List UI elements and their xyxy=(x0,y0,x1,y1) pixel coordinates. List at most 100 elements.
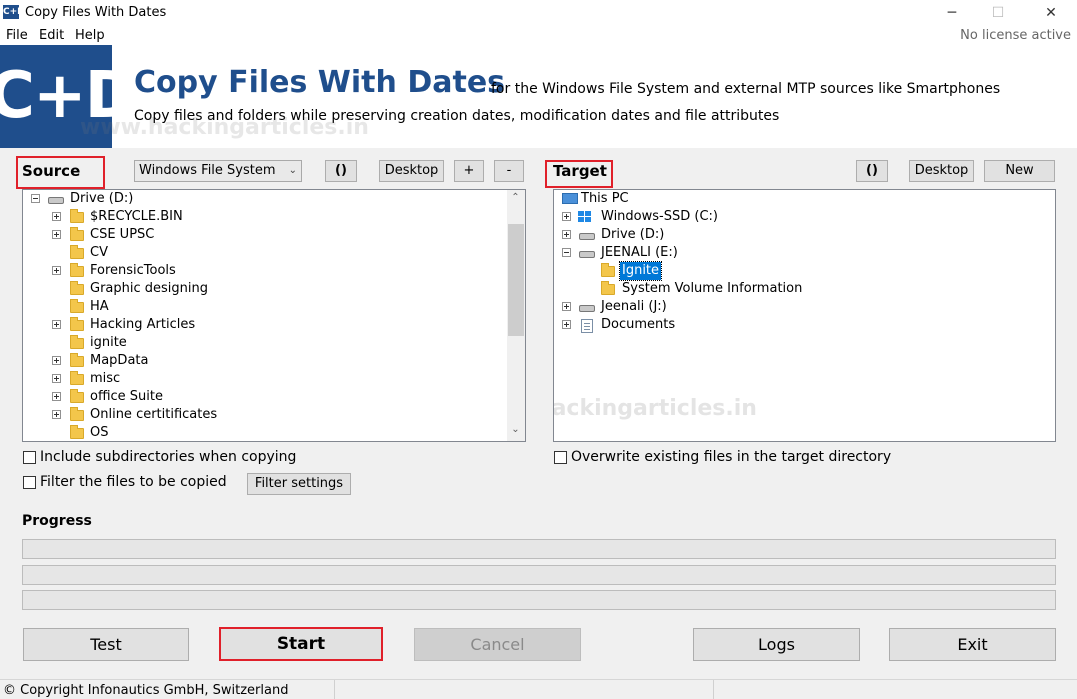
folder-icon xyxy=(70,389,84,403)
tree-row-drive-d[interactable]: Drive (D:) xyxy=(554,226,1054,244)
tree-row-folder[interactable]: ignite xyxy=(23,334,507,352)
tree-row-label: $RECYCLE.BIN xyxy=(90,209,183,224)
tree-row-jeenali-e[interactable]: JEENALI (E:) xyxy=(554,244,1054,262)
drive-icon xyxy=(579,233,595,240)
expand-icon[interactable] xyxy=(52,410,61,419)
collapse-icon[interactable] xyxy=(562,248,571,257)
expand-icon[interactable] xyxy=(52,392,61,401)
include-subdirs-checkbox[interactable] xyxy=(23,451,36,464)
overwrite-label: Overwrite existing files in the target d… xyxy=(571,449,892,465)
tree-row-label: Drive (D:) xyxy=(601,227,665,242)
tree-row-this-pc[interactable]: This PC xyxy=(554,190,1054,208)
tree-row-folder[interactable]: OS xyxy=(23,424,507,441)
expand-icon[interactable] xyxy=(52,230,61,239)
expand-icon[interactable] xyxy=(52,356,61,365)
filter-files-checkbox[interactable] xyxy=(23,476,36,489)
expand-icon[interactable] xyxy=(52,212,61,221)
close-button[interactable]: ✕ xyxy=(1028,2,1074,24)
tree-row-folder[interactable]: HA xyxy=(23,298,507,316)
filter-settings-button[interactable]: Filter settings xyxy=(247,473,351,495)
brand-subtitle: for the Windows File System and external… xyxy=(491,81,1001,97)
banner: C+D Copy Files With Dates for the Window… xyxy=(0,45,1077,148)
tree-row-label: misc xyxy=(90,371,121,386)
tree-row-label: OS xyxy=(90,425,109,440)
tree-row-folder[interactable]: CV xyxy=(23,244,507,262)
expand-icon[interactable] xyxy=(562,302,571,311)
expand-icon[interactable] xyxy=(52,374,61,383)
tree-row-drive-d[interactable]: Drive (D:) xyxy=(23,190,507,208)
progress-bar-2 xyxy=(22,565,1056,585)
source-remove-button[interactable]: - xyxy=(494,160,524,182)
tree-row-documents[interactable]: Documents xyxy=(554,316,1054,334)
source-desktop-button[interactable]: Desktop xyxy=(379,160,444,182)
tree-row-label: JEENALI (E:) xyxy=(601,245,678,260)
tree-row-folder[interactable]: misc xyxy=(23,370,507,388)
progress-bar-3 xyxy=(22,590,1056,610)
cancel-button[interactable]: Cancel xyxy=(414,628,581,661)
filesystem-select[interactable]: Windows File System ⌄ xyxy=(134,160,302,182)
tree-row-folder[interactable]: $RECYCLE.BIN xyxy=(23,208,507,226)
title-bar: C+D Copy Files With Dates ─ ☐ ✕ xyxy=(0,0,1077,26)
tree-row-label: CV xyxy=(90,245,108,260)
source-add-button[interactable]: + xyxy=(454,160,484,182)
menu-edit[interactable]: Edit xyxy=(39,28,64,43)
tree-row-label: Graphic designing xyxy=(90,281,208,296)
tree-row-system-volume[interactable]: System Volume Information xyxy=(554,280,1054,298)
maximize-button[interactable]: ☐ xyxy=(975,2,1021,24)
tree-row-folder[interactable]: ForensicTools xyxy=(23,262,507,280)
target-desktop-button[interactable]: Desktop xyxy=(909,160,974,182)
chevron-down-icon: ⌄ xyxy=(288,165,297,176)
tree-row-folder[interactable]: Hacking Articles xyxy=(23,316,507,334)
tree-row-jeenali-j[interactable]: Jeenali (J:) xyxy=(554,298,1054,316)
app-icon: C+D xyxy=(3,5,25,19)
target-tree[interactable]: This PC Windows-SSD (C:) Drive (D:) JEEN… xyxy=(553,189,1056,442)
progress-bar-1 xyxy=(22,539,1056,559)
status-divider xyxy=(713,680,714,699)
expand-icon[interactable] xyxy=(562,230,571,239)
target-refresh-button[interactable]: () xyxy=(856,160,888,182)
expand-icon[interactable] xyxy=(562,320,571,329)
source-refresh-button[interactable]: () xyxy=(325,160,357,182)
tree-row-folder[interactable]: office Suite xyxy=(23,388,507,406)
tree-row-folder[interactable]: MapData xyxy=(23,352,507,370)
watermark: www.hackingarticles.in xyxy=(80,115,369,140)
collapse-icon[interactable] xyxy=(31,194,40,203)
folder-icon xyxy=(70,335,84,349)
progress-label: Progress xyxy=(22,513,92,529)
folder-icon xyxy=(70,281,84,295)
filesystem-select-value: Windows File System xyxy=(139,163,276,178)
start-button[interactable]: Start xyxy=(219,627,383,661)
tree-row-label: ForensicTools xyxy=(90,263,176,278)
target-new-button[interactable]: New xyxy=(984,160,1055,182)
target-label: Target xyxy=(553,162,607,180)
tree-row-folder[interactable]: Graphic designing xyxy=(23,280,507,298)
folder-icon xyxy=(70,227,84,241)
source-scrollbar[interactable]: ⌃ ⌄ xyxy=(507,190,525,441)
logs-button[interactable]: Logs xyxy=(693,628,860,661)
expand-icon[interactable] xyxy=(52,266,61,275)
brand-title: Copy Files With Dates xyxy=(134,65,506,100)
tree-row-label: Documents xyxy=(601,317,676,332)
tree-row-label: CSE UPSC xyxy=(90,227,155,242)
drive-icon xyxy=(48,197,64,204)
tree-row-label: ignite xyxy=(90,335,127,350)
source-tree[interactable]: Drive (D:) $RECYCLE.BIN CSE UPSC CV Forensi… xyxy=(22,189,526,442)
minimize-button[interactable]: ─ xyxy=(929,2,975,24)
exit-button[interactable]: Exit xyxy=(889,628,1056,661)
tree-row-folder[interactable]: CSE UPSC xyxy=(23,226,507,244)
tree-row-label: Jeenali (J:) xyxy=(601,299,667,314)
menu-file[interactable]: File xyxy=(6,28,28,43)
folder-icon xyxy=(70,353,84,367)
overwrite-checkbox[interactable] xyxy=(554,451,567,464)
scroll-up-icon[interactable]: ⌃ xyxy=(507,192,524,203)
tree-row-windows-ssd[interactable]: Windows-SSD (C:) xyxy=(554,208,1054,226)
test-button[interactable]: Test xyxy=(23,628,189,661)
menu-help[interactable]: Help xyxy=(75,28,105,43)
tree-row-ignite[interactable]: Ignite xyxy=(554,261,1054,281)
tree-row-folder[interactable]: Online certitificates xyxy=(23,406,507,424)
scroll-thumb[interactable] xyxy=(508,224,524,336)
expand-icon[interactable] xyxy=(562,212,571,221)
window-title: Copy Files With Dates xyxy=(25,5,167,20)
scroll-down-icon[interactable]: ⌄ xyxy=(507,424,524,435)
expand-icon[interactable] xyxy=(52,320,61,329)
